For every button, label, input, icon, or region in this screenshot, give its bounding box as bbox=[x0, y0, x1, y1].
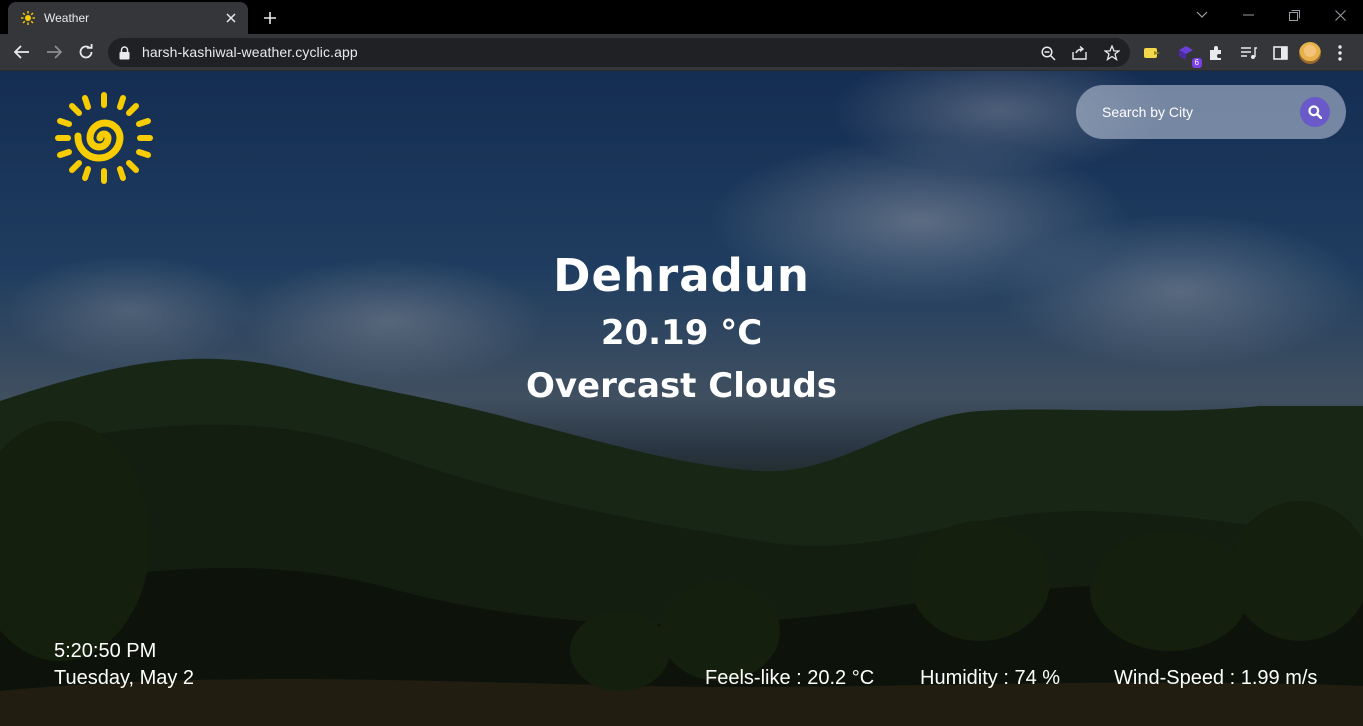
sun-favicon-icon bbox=[20, 10, 36, 26]
weather-page: Dehradun 20.19 °C Overcast Clouds 5:20:5… bbox=[0, 71, 1363, 726]
lock-icon[interactable] bbox=[119, 45, 130, 64]
current-time: 5:20:50 PM bbox=[54, 640, 157, 662]
back-arrow-icon[interactable] bbox=[8, 38, 36, 66]
window-controls bbox=[1179, 0, 1363, 30]
media-queue-icon[interactable] bbox=[1236, 41, 1260, 65]
humidity-stat: Humidity : 74 % bbox=[920, 667, 1061, 689]
search-icon bbox=[1308, 105, 1322, 119]
sun-logo-icon bbox=[55, 92, 153, 184]
temperature: 20.19 °C bbox=[600, 313, 763, 353]
reload-icon[interactable] bbox=[72, 38, 100, 66]
extension-purple-icon[interactable]: 6 bbox=[1174, 41, 1202, 68]
close-tab-icon[interactable] bbox=[222, 9, 240, 27]
share-icon[interactable] bbox=[1070, 43, 1090, 63]
zoom-icon[interactable] bbox=[1038, 43, 1058, 63]
side-panel-icon[interactable] bbox=[1268, 41, 1292, 65]
current-date: Tuesday, May 2 bbox=[54, 667, 195, 689]
minimize-icon[interactable] bbox=[1225, 0, 1271, 30]
weather-description: Overcast Clouds bbox=[525, 366, 838, 406]
wind-speed-stat: Wind-Speed : 1.99 m/s bbox=[1114, 667, 1318, 689]
address-bar[interactable]: harsh-kashiwal-weather.cyclic.app bbox=[108, 38, 1130, 67]
browser-toolbar: harsh-kashiwal-weather.cyclic.app 6 bbox=[0, 34, 1363, 71]
star-icon[interactable] bbox=[1102, 43, 1122, 63]
browser-tab[interactable]: Weather bbox=[8, 2, 248, 34]
city-name: Dehradun bbox=[553, 249, 810, 302]
tab-search-icon[interactable] bbox=[1179, 0, 1225, 30]
menu-kebab-icon[interactable] bbox=[1328, 41, 1352, 65]
extension-badge: 6 bbox=[1191, 58, 1202, 68]
tab-title: Weather bbox=[44, 11, 90, 25]
profile-avatar[interactable] bbox=[1298, 41, 1322, 65]
forward-arrow-icon[interactable] bbox=[40, 38, 68, 66]
feels-like-stat: Feels-like : 20.2 °C bbox=[705, 667, 875, 689]
puzzle-icon[interactable] bbox=[1204, 41, 1228, 65]
url-text[interactable]: harsh-kashiwal-weather.cyclic.app bbox=[142, 44, 358, 60]
extension-yellow-icon[interactable] bbox=[1140, 41, 1164, 65]
new-tab-icon[interactable] bbox=[258, 6, 282, 30]
restore-icon[interactable] bbox=[1271, 0, 1317, 30]
search-button[interactable] bbox=[1300, 97, 1330, 127]
close-window-icon[interactable] bbox=[1317, 0, 1363, 30]
browser-tab-strip: Weather bbox=[0, 0, 1363, 34]
city-search-box bbox=[1076, 85, 1346, 139]
city-search-input[interactable] bbox=[1102, 101, 1302, 123]
